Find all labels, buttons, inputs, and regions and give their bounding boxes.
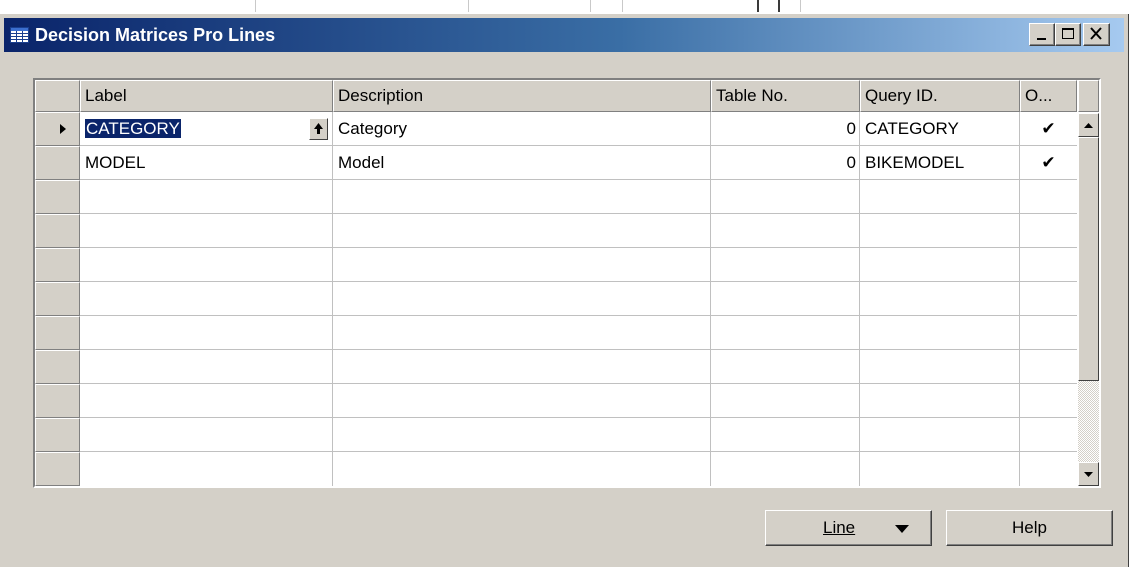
table-cell-label[interactable]: CATEGORY — [80, 112, 305, 146]
table-cell-table-no[interactable]: 0 — [711, 146, 860, 180]
column-header-query-id[interactable]: Query ID. — [860, 80, 1020, 112]
title-bar[interactable]: Decision Matrices Pro Lines — [4, 18, 1124, 52]
background-divider — [590, 0, 591, 12]
table-cell-description[interactable]: Model — [333, 146, 711, 180]
minimize-icon — [1037, 38, 1046, 40]
row-divider — [80, 451, 1077, 452]
table-cell-query-id[interactable]: BIKEMODEL — [860, 146, 1020, 180]
scroll-down-button[interactable] — [1078, 462, 1099, 486]
row-divider — [80, 213, 1077, 214]
minimize-button[interactable] — [1029, 23, 1055, 46]
table-body: Label Description Table No. Query ID. O.… — [35, 80, 1077, 486]
table-cell-label[interactable]: MODEL — [80, 146, 333, 180]
table-cell-query-id[interactable]: CATEGORY — [860, 112, 1020, 146]
help-button[interactable]: Help — [946, 510, 1113, 546]
line-button-label: Line — [823, 518, 856, 537]
row-selector[interactable] — [35, 418, 80, 452]
window-title: Decision Matrices Pro Lines — [35, 25, 276, 45]
line-menu-button[interactable]: Line — [765, 510, 932, 546]
background-divider — [468, 0, 469, 12]
row-divider — [80, 383, 1077, 384]
lookup-arrow-icon — [314, 123, 323, 134]
row-selector[interactable] — [35, 214, 80, 248]
close-icon — [1090, 27, 1102, 40]
background-divider — [800, 0, 801, 12]
row-selector[interactable] — [35, 350, 80, 384]
row-selector[interactable] — [35, 384, 80, 418]
lookup-button[interactable] — [309, 118, 328, 140]
decision-matrices-window: Decision Matrices Pro Lines Label Descri… — [0, 14, 1129, 567]
maximize-button[interactable] — [1055, 23, 1081, 46]
row-selector[interactable] — [35, 146, 80, 180]
lines-table: Label Description Table No. Query ID. O.… — [33, 78, 1101, 488]
row-selector-header[interactable] — [35, 80, 80, 112]
row-pointer-icon — [60, 124, 66, 134]
scroll-thumb[interactable] — [1078, 137, 1099, 381]
table-cell-table-no[interactable]: 0 — [711, 112, 860, 146]
row-divider — [80, 349, 1077, 350]
row-divider — [80, 315, 1077, 316]
checkbox-check[interactable]: ✔ — [1020, 112, 1077, 146]
column-header-o[interactable]: O... — [1020, 80, 1077, 112]
row-selector[interactable] — [35, 282, 80, 316]
maximize-icon — [1062, 28, 1074, 39]
row-selector[interactable] — [35, 452, 80, 486]
column-header-table-no[interactable]: Table No. — [711, 80, 860, 112]
background-divider — [622, 0, 623, 12]
scroll-up-icon — [1084, 123, 1093, 128]
background-divider — [778, 0, 780, 12]
scroll-down-icon — [1084, 472, 1093, 477]
row-selector[interactable] — [35, 180, 80, 214]
dropdown-arrow-icon — [895, 525, 909, 533]
row-selector[interactable] — [35, 112, 80, 146]
column-header-description[interactable]: Description — [333, 80, 711, 112]
background-divider — [255, 0, 256, 12]
vertical-scrollbar[interactable] — [1078, 80, 1099, 486]
row-selector[interactable] — [35, 316, 80, 350]
table-icon — [10, 27, 29, 43]
row-divider — [80, 247, 1077, 248]
row-divider — [80, 417, 1077, 418]
close-button[interactable] — [1083, 23, 1110, 46]
row-selector[interactable] — [35, 248, 80, 282]
table-cell-description[interactable]: Category — [333, 112, 711, 146]
background-desktop-strip — [0, 0, 1129, 14]
background-divider — [757, 0, 759, 12]
column-header-label[interactable]: Label — [80, 80, 333, 112]
scroll-up-button[interactable] — [1078, 113, 1099, 137]
checkbox-check[interactable]: ✔ — [1020, 146, 1077, 180]
row-divider — [80, 281, 1077, 282]
selected-text[interactable]: CATEGORY — [85, 119, 181, 138]
